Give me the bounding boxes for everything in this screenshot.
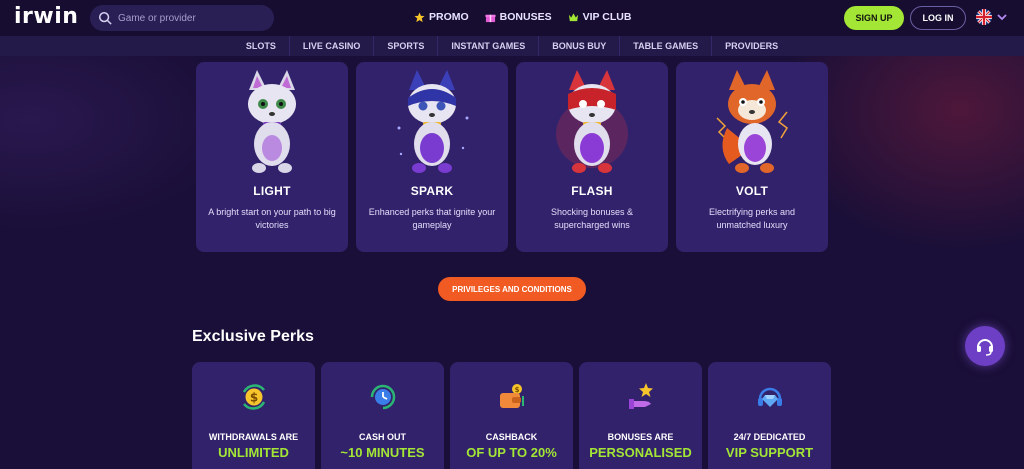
gift-icon: [485, 14, 496, 22]
level-description: A bright start on your path to big victo…: [208, 207, 336, 230]
category-providers[interactable]: PROVIDERS: [711, 36, 791, 56]
level-card-volt: VOLT Electrifying perks and unmatched lu…: [676, 62, 828, 252]
vip-levels: LIGHT A bright start on your path to big…: [196, 62, 828, 252]
sign-up-button[interactable]: SIGN UP: [844, 6, 904, 30]
top-bar: irwin PROMO BONUSES VIP CLUB SIGN UP LOG…: [0, 0, 1024, 36]
chevron-down-icon: [997, 14, 1007, 21]
perk-line2: ~10 MINUTES: [340, 445, 425, 460]
language-selector[interactable]: [976, 9, 1008, 25]
support-chat-button[interactable]: [965, 326, 1005, 366]
level-description: Electrifying perks and unmatched luxury: [708, 207, 796, 230]
perk-line1: CASHBACK: [485, 432, 538, 442]
spark-mascot-image: [397, 70, 469, 173]
search-icon: [98, 11, 112, 25]
category-slots[interactable]: SLOTS: [233, 36, 289, 56]
crown-icon: [568, 12, 578, 21]
category-table-games[interactable]: TABLE GAMES: [619, 36, 711, 56]
level-card-light: LIGHT A bright start on your path to big…: [196, 62, 348, 252]
perk-card: $ WITHDRAWALS ARE UNLIMITED: [192, 362, 315, 469]
volt-mascot-image: [716, 70, 788, 173]
level-name: LIGHT: [253, 184, 291, 198]
perk-card: 24/7 DEDICATED VIP SUPPORT: [708, 362, 831, 469]
vip-club-link[interactable]: VIP CLUB: [568, 11, 631, 23]
perk-card: $ CASHBACK OF UP TO 20%: [450, 362, 573, 469]
perk-line1: 24/7 DEDICATED: [733, 432, 806, 442]
privileges-and-conditions-button[interactable]: PRIVILEGES AND CONDITIONS: [438, 277, 586, 301]
clock-icon: [370, 384, 395, 410]
svg-text:$: $: [249, 391, 257, 405]
category-instant-games[interactable]: INSTANT GAMES: [437, 36, 538, 56]
dollar-coin-icon: $: [242, 384, 265, 410]
category-sports[interactable]: SPORTS: [373, 36, 437, 56]
level-card-flash: FLASH Shocking bonuses & supercharged wi…: [516, 62, 668, 252]
perk-line2: PERSONALISED: [589, 445, 692, 460]
perk-line1: BONUSES ARE: [607, 432, 674, 442]
level-description: Enhanced perks that ignite your gameplay: [368, 207, 496, 230]
perk-line2: OF UP TO 20%: [466, 445, 557, 460]
uk-flag-icon: [976, 9, 992, 25]
hand-star-icon: [628, 383, 653, 409]
bonuses-link[interactable]: BONUSES: [485, 11, 552, 23]
level-name: SPARK: [410, 184, 454, 198]
light-mascot-image: [248, 70, 296, 173]
level-name: VOLT: [735, 184, 769, 198]
perk-line2: UNLIMITED: [218, 445, 289, 460]
search-input[interactable]: [118, 12, 268, 24]
level-description: Shocking bonuses & supercharged wins: [550, 207, 634, 230]
perk-card: CASH OUT ~10 MINUTES: [321, 362, 444, 469]
top-links: PROMO BONUSES VIP CLUB: [414, 11, 631, 23]
search-box[interactable]: [90, 5, 274, 31]
promo-link[interactable]: PROMO: [414, 11, 469, 23]
perk-line2: VIP SUPPORT: [725, 445, 814, 460]
logo[interactable]: irwin: [14, 4, 78, 29]
perk-card: BONUSES ARE PERSONALISED: [579, 362, 702, 469]
flash-mascot-image: [556, 70, 628, 173]
perk-line1: WITHDRAWALS ARE: [208, 432, 299, 442]
headset-diamond-icon: [757, 387, 782, 407]
perk-line1: CASH OUT: [359, 432, 406, 442]
log-in-button[interactable]: LOG IN: [910, 6, 966, 30]
star-icon: [414, 11, 425, 22]
category-live-casino[interactable]: LIVE CASINO: [288, 36, 374, 56]
level-name: FLASH: [571, 184, 613, 198]
svg-text:$: $: [514, 386, 519, 394]
category-bonus-buy[interactable]: BONUS BUY: [538, 36, 619, 56]
category-nav: SLOTS LIVE CASINO SPORTS INSTANT GAMES B…: [0, 36, 1024, 56]
perks-title: Exclusive Perks: [192, 328, 314, 345]
perks-list: $ WITHDRAWALS ARE UNLIMITED CASH OUT ~10…: [192, 362, 831, 469]
level-card-spark: SPARK Enhanced perks that ignite your ga…: [356, 62, 508, 252]
wallet-icon: $: [499, 384, 524, 408]
headset-icon: [977, 339, 993, 356]
